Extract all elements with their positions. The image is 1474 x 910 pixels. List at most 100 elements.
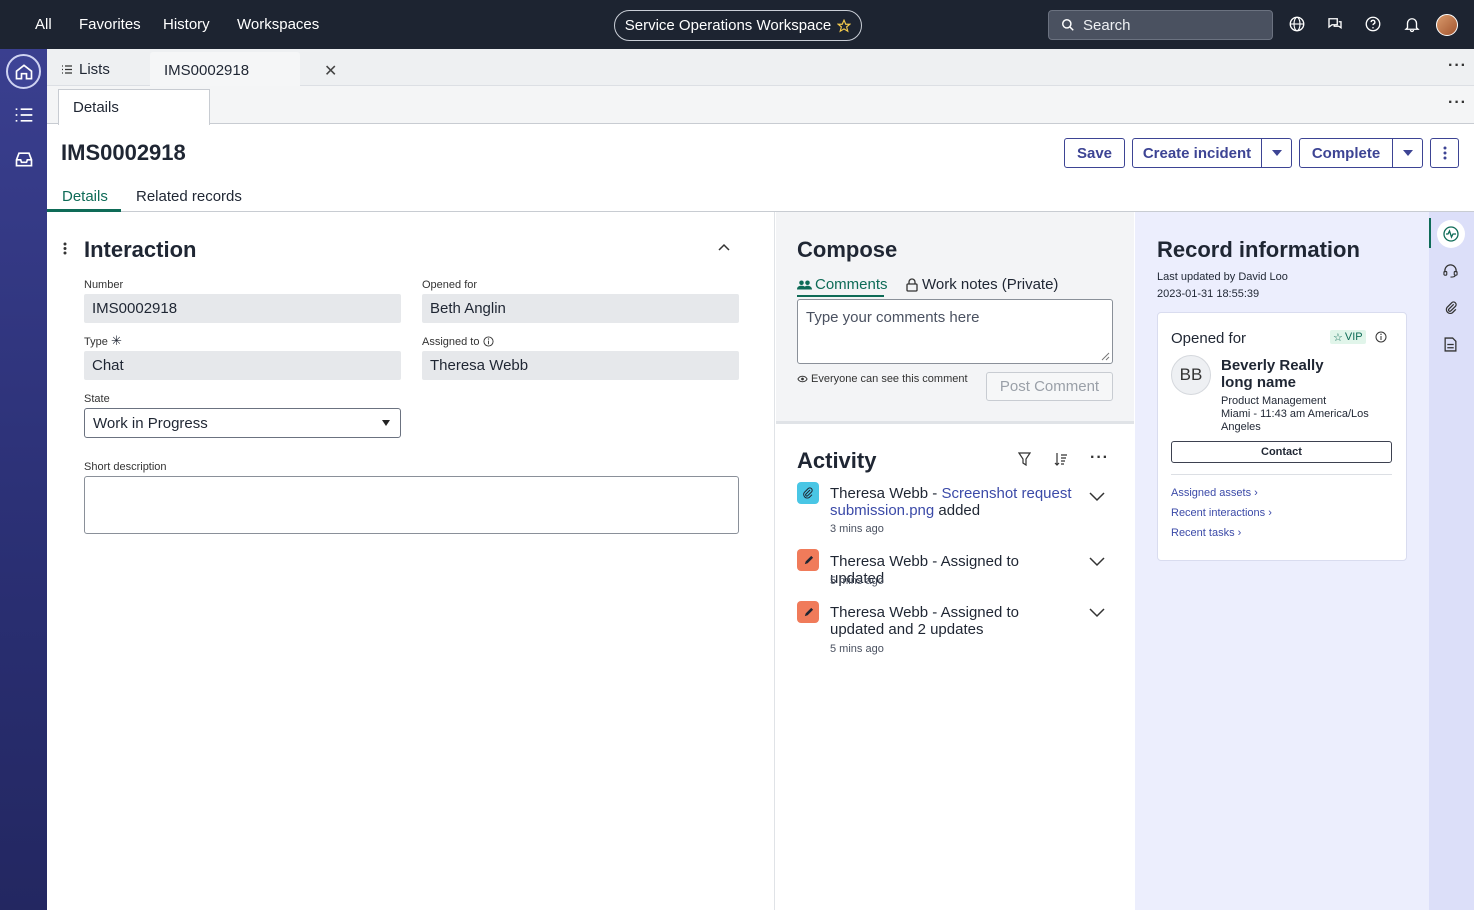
close-icon[interactable]: ✕ (324, 61, 337, 81)
detail-tab-bar: Details ··· (47, 86, 1474, 125)
visibility-note: Everyone can see this comment (797, 373, 968, 385)
nav-favorites[interactable]: Favorites (79, 16, 141, 33)
link-recent-tasks[interactable]: Recent tasks › (1171, 527, 1241, 539)
resize-handle-icon[interactable] (1101, 352, 1110, 361)
activity-author: Theresa Webb (830, 485, 929, 502)
save-button[interactable]: Save (1064, 138, 1125, 168)
active-rail-indicator (1429, 218, 1431, 248)
activity-pulse-button[interactable] (1437, 220, 1465, 248)
state-value: Work in Progress (93, 415, 208, 432)
pencil-icon (797, 549, 819, 571)
tab-details-record[interactable]: Details (62, 188, 108, 205)
opened-for-label: Opened for (422, 279, 478, 291)
type-field[interactable]: Chat (84, 351, 401, 380)
star-icon: ☆ (1333, 331, 1343, 344)
tab-record-label: IMS0002918 (164, 62, 250, 79)
kebab-menu-button[interactable] (1430, 138, 1459, 168)
link-label: Assigned assets (1171, 487, 1252, 499)
create-incident-dropdown[interactable] (1261, 138, 1292, 168)
list-icon[interactable] (14, 106, 34, 124)
tab-lists-label: Lists (79, 61, 110, 78)
link-assigned-assets[interactable]: Assigned assets › (1171, 487, 1258, 499)
state-label: State (84, 393, 110, 405)
contact-department: Product Management (1221, 395, 1327, 407)
compose-title: Compose (797, 237, 898, 262)
contextual-side-rail (1429, 212, 1474, 910)
chevron-down-icon[interactable] (1089, 557, 1105, 567)
activity-title: Activity (797, 448, 877, 473)
assigned-to-field[interactable]: Theresa Webb (422, 351, 739, 380)
top-bar: All Favorites History Workspaces Service… (0, 0, 1474, 49)
paperclip-icon[interactable] (1444, 300, 1457, 315)
complete-dropdown[interactable] (1392, 138, 1423, 168)
chevron-down-icon[interactable] (1089, 608, 1105, 618)
number-label: Number (84, 279, 124, 291)
opened-for-field[interactable]: Beth Anglin (422, 294, 739, 323)
create-incident-button[interactable]: Create incident (1132, 138, 1262, 168)
people-icon (797, 280, 812, 289)
help-icon[interactable] (1364, 15, 1382, 33)
activity-timestamp: 5 mins ago (830, 575, 884, 587)
complete-button[interactable]: Complete (1299, 138, 1393, 168)
short-description-input[interactable] (84, 476, 739, 534)
page-title: IMS0002918 (61, 140, 186, 165)
document-icon[interactable] (1444, 337, 1457, 352)
more-options-icon[interactable]: ··· (1448, 57, 1467, 75)
chevron-up-icon[interactable] (718, 243, 730, 251)
opened-for-card (1157, 312, 1407, 561)
tab-details[interactable]: Details (58, 89, 210, 125)
last-updated-timestamp: 2023-01-31 18:55:39 (1157, 288, 1260, 300)
info-icon[interactable] (483, 336, 494, 347)
home-icon (15, 63, 32, 79)
more-options-icon[interactable]: ··· (1090, 449, 1109, 467)
tab-comments[interactable]: Comments (797, 276, 888, 293)
tab-related-records[interactable]: Related records (136, 188, 242, 205)
nav-all[interactable]: All (35, 16, 52, 33)
drag-handle-icon[interactable] (63, 242, 67, 255)
tab-work-notes[interactable]: Work notes (Private) (906, 276, 1058, 293)
chevron-down-icon[interactable] (1089, 492, 1105, 502)
nav-history[interactable]: History (163, 16, 210, 33)
tab-record[interactable]: IMS0002918 (150, 52, 300, 86)
number-field[interactable]: IMS0002918 (84, 294, 401, 323)
avatar: BB (1171, 355, 1211, 395)
link-label: Recent interactions (1171, 507, 1266, 519)
record-tab-strip: Lists IMS0002918 ✕ ··· (47, 49, 1474, 86)
contact-name: Beverly Really long name (1221, 357, 1324, 391)
filter-icon[interactable] (1018, 452, 1031, 466)
inbox-icon[interactable] (14, 149, 34, 169)
link-recent-interactions[interactable]: Recent interactions › (1171, 507, 1272, 519)
state-select[interactable]: Work in Progress (84, 408, 401, 438)
bell-icon[interactable] (1403, 15, 1421, 33)
activity-item-text: Theresa Webb - Screenshot request submis… (830, 485, 1075, 519)
info-icon[interactable] (1375, 331, 1387, 343)
divider (1171, 474, 1392, 475)
post-comment-button[interactable]: Post Comment (986, 372, 1113, 401)
chevron-right-icon: › (1268, 507, 1272, 519)
headset-icon[interactable] (1443, 263, 1458, 278)
workspace-selector[interactable]: Service Operations Workspace (614, 10, 862, 41)
sort-icon[interactable] (1054, 452, 1068, 466)
activity-timestamp: 5 mins ago (830, 643, 884, 655)
comment-input[interactable]: Type your comments here (797, 299, 1113, 364)
pulse-icon (1443, 226, 1459, 242)
nav-workspaces[interactable]: Workspaces (237, 16, 319, 33)
last-updated: Last updated by David Loo (1157, 271, 1288, 283)
eye-icon (797, 375, 808, 383)
star-icon[interactable] (837, 18, 852, 33)
short-description-label: Short description (84, 461, 167, 473)
chat-icon[interactable] (1326, 15, 1344, 33)
user-avatar[interactable] (1436, 14, 1458, 36)
tab-lists[interactable]: Lists (61, 61, 110, 78)
pencil-icon (797, 601, 819, 623)
section-title: Interaction (84, 237, 197, 262)
lock-icon (906, 277, 918, 292)
globe-icon[interactable] (1288, 15, 1306, 33)
contact-button[interactable]: Contact (1171, 441, 1392, 463)
home-button[interactable] (6, 54, 41, 89)
more-options-icon[interactable]: ··· (1448, 94, 1467, 112)
search-input[interactable]: Search (1048, 10, 1273, 40)
link-label: Recent tasks (1171, 527, 1235, 539)
record-tabs: Details Related records (47, 181, 1474, 212)
active-tab-indicator (797, 295, 884, 297)
